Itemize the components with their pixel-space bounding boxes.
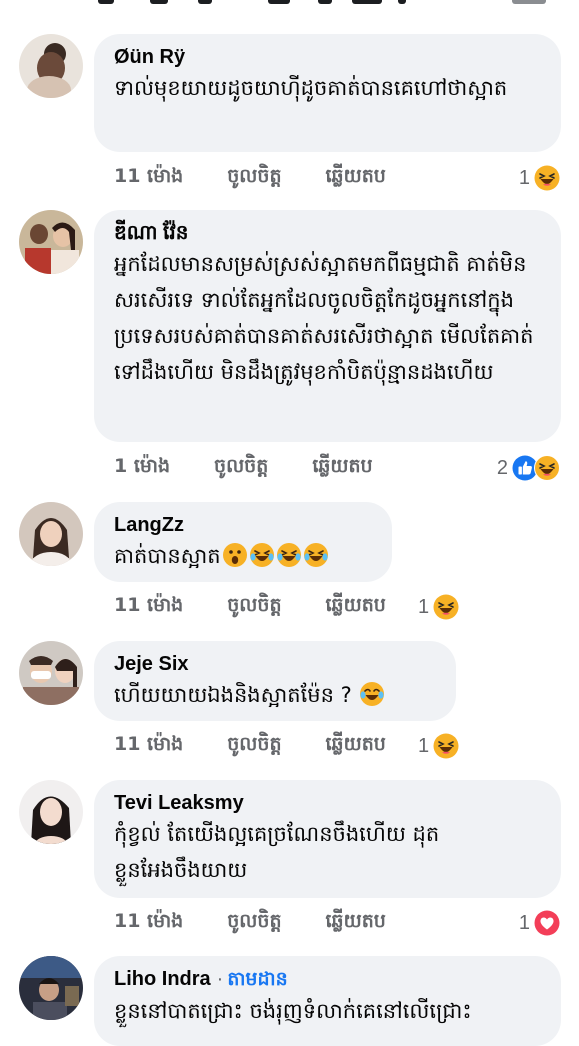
- avatar[interactable]: [19, 641, 83, 705]
- love-icon: [534, 910, 560, 936]
- reaction-summary[interactable]: 1: [418, 731, 459, 761]
- avatar[interactable]: [19, 956, 83, 1020]
- avatar[interactable]: [19, 34, 83, 98]
- avatar[interactable]: [19, 502, 83, 566]
- reaction-count: 1: [518, 911, 530, 934]
- laughing-tears-emoji-icon: [303, 543, 328, 567]
- comment-time[interactable]: 11 ម៉ោង: [114, 593, 183, 621]
- reply-button[interactable]: ឆ្លើយតប: [326, 909, 386, 937]
- avatar-photo-icon: [19, 780, 83, 844]
- comment-actions: 11 ម៉ោង ចូលចិត្ត ឆ្លើយតប: [114, 908, 430, 938]
- commenter-name[interactable]: Tevi Leaksmy: [114, 790, 541, 816]
- comment-time[interactable]: 1 ម៉ោង: [114, 454, 170, 482]
- haha-icon: [534, 455, 560, 481]
- avatar-photo-icon: [19, 641, 83, 705]
- comment-bubble: LangZz គាត់បានស្អាត: [94, 502, 392, 582]
- avatar-photo-icon: [19, 502, 83, 566]
- comment-bubble: ឌីណា វ៉ែន អ្នកដែលមានសម្រស់ស្រស់ស្អាតមកពី…: [94, 210, 561, 442]
- reaction-count: 1: [518, 166, 530, 189]
- avatar[interactable]: [19, 210, 83, 274]
- avatar-photo-icon: [19, 210, 83, 274]
- separator-dot: ·: [216, 968, 224, 990]
- comment-text-body: គាត់បានស្អាត: [114, 544, 221, 568]
- avatar-photo-icon: [19, 34, 83, 98]
- cut-off-top-text: [0, 0, 579, 14]
- comment-actions: 11 ម៉ោង ចូលចិត្ត ឆ្លើយតប: [114, 163, 430, 193]
- comment-actions: 11 ម៉ោង ចូលចិត្ត ឆ្លើយតប: [114, 731, 430, 761]
- like-button[interactable]: ចូលចិត្ត: [214, 454, 268, 482]
- haha-icon: [433, 733, 459, 759]
- laughing-tears-emoji-icon: [249, 543, 274, 567]
- avatar[interactable]: [19, 780, 83, 844]
- commenter-name[interactable]: Øün Rÿ: [114, 44, 541, 70]
- like-button[interactable]: ចូលចិត្ត: [227, 593, 281, 621]
- reaction-count: 2: [496, 456, 508, 479]
- reaction-count: 1: [418, 595, 430, 618]
- shocked-emoji-icon: [222, 543, 247, 567]
- comment-text: ហើយយាយឯងនិងស្អាតម៉ែន ?: [114, 677, 436, 713]
- reaction-summary[interactable]: 1: [519, 908, 560, 938]
- comment-bubble: Liho Indra · តាមដាន ខ្លួននៅបាតជ្រោះ ចង់រុញ…: [94, 956, 561, 1046]
- reply-button[interactable]: ឆ្លើយតប: [326, 732, 386, 760]
- comment-actions: 1 ម៉ោង ចូលចិត្ត ឆ្លើយតប: [114, 453, 417, 483]
- comment-bubble: Jeje Six ហើយយាយឯងនិងស្អាតម៉ែន ?: [94, 641, 456, 721]
- follow-button[interactable]: តាមដាន: [227, 969, 287, 990]
- comment-bubble: Tevi Leaksmy កុំខ្វល់ តែយើងល្អគេច្រណែនចឹ…: [94, 780, 561, 898]
- comment-time[interactable]: 11 ម៉ោង: [114, 732, 183, 760]
- like-button[interactable]: ចូលចិត្ត: [227, 732, 281, 760]
- reaction-summary[interactable]: 1: [519, 163, 560, 193]
- like-button[interactable]: ចូលចិត្ត: [227, 909, 281, 937]
- haha-icon: [433, 594, 459, 620]
- comment-bubble: Øün Rÿ ទាល់មុខយាយដូចយាហ៊ីដូចគាត់បានគេហៅថ…: [94, 34, 561, 152]
- haha-icon: [534, 165, 560, 191]
- like-button[interactable]: ចូលចិត្ត: [227, 164, 281, 192]
- joy-emoji-icon: [360, 682, 385, 706]
- commenter-name[interactable]: Jeje Six: [114, 651, 436, 677]
- commenter-name[interactable]: Liho Indra: [114, 968, 211, 990]
- reaction-count: 1: [418, 734, 430, 757]
- comment-text: កុំខ្វល់ តែយើងល្អគេច្រណែនចឹងហើយ ដុតខ្លួន…: [114, 822, 440, 882]
- commenter-name[interactable]: ឌីណា វ៉ែន: [114, 220, 541, 246]
- comment-text-body: ហើយយាយឯងនិងស្អាតម៉ែន ?: [114, 683, 359, 707]
- reaction-summary[interactable]: 2: [497, 453, 560, 483]
- laughing-tears-emoji-icon: [276, 543, 301, 567]
- comment-text: ទាល់មុខយាយដូចយាហ៊ីដូចគាត់បានគេហៅថាស្អាត: [114, 76, 508, 100]
- reply-button[interactable]: ឆ្លើយតប: [326, 164, 386, 192]
- comment-actions: 11 ម៉ោង ចូលចិត្ត ឆ្លើយតប: [114, 592, 430, 622]
- reply-button[interactable]: ឆ្លើយតប: [326, 593, 386, 621]
- comment-text: គាត់បានស្អាត: [114, 538, 372, 574]
- avatar-photo-icon: [19, 956, 83, 1020]
- commenter-name-row: Liho Indra · តាមដាន: [114, 966, 541, 993]
- commenter-name[interactable]: LangZz: [114, 512, 372, 538]
- reaction-summary[interactable]: 1: [418, 592, 459, 622]
- comment-time[interactable]: 11 ម៉ោង: [114, 164, 183, 192]
- reply-button[interactable]: ឆ្លើយតប: [312, 454, 372, 482]
- comment-time[interactable]: 11 ម៉ោង: [114, 909, 183, 937]
- comment-text: អ្នកដែលមានសម្រស់ស្រស់ស្អាតមកពីធម្មជាតិ គ…: [114, 252, 534, 384]
